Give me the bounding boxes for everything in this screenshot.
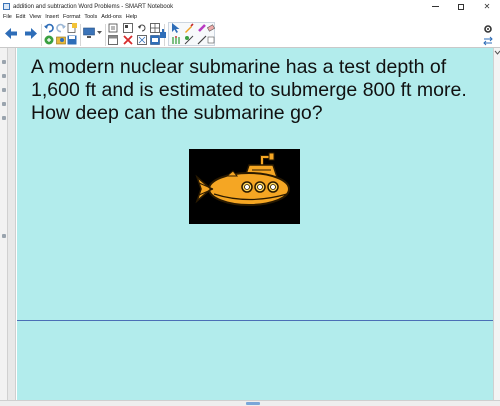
page-sorter-tab-icon[interactable] [2, 60, 6, 64]
toolbar-separator [41, 24, 42, 46]
maximize-icon [458, 3, 464, 10]
window-title: addition and subtraction Word Problems -… [13, 3, 174, 10]
title-bar: addition and subtraction Word Problems -… [0, 0, 500, 13]
gear-icon[interactable] [483, 24, 493, 34]
menu-view[interactable]: View [29, 14, 41, 20]
menu-tools[interactable]: Tools [84, 14, 97, 20]
menu-edit[interactable]: Edit [16, 14, 25, 20]
submarine-image[interactable] [189, 149, 300, 224]
properties-tab-icon[interactable] [2, 102, 6, 106]
screen-shade-icon[interactable] [108, 35, 118, 45]
delete-icon[interactable] [123, 35, 133, 45]
bottom-status-strip [0, 400, 500, 406]
previous-page-icon[interactable] [5, 28, 17, 39]
rotate-icon[interactable] [137, 23, 147, 33]
close-button[interactable]: ✕ [474, 0, 500, 13]
redo-icon[interactable] [56, 23, 66, 33]
next-page-icon[interactable] [25, 28, 37, 39]
eraser-icon[interactable] [207, 23, 215, 33]
menu-file[interactable]: File [3, 14, 12, 20]
side-panel-collapsed [8, 48, 16, 400]
paste-icon[interactable] [108, 23, 118, 33]
add-ons-tab-icon[interactable] [2, 116, 6, 120]
close-icon: ✕ [483, 2, 491, 11]
pens-icon[interactable] [171, 35, 181, 45]
right-scroll-rail[interactable] [493, 48, 500, 400]
fullscreen-icon[interactable] [137, 35, 147, 45]
undo-icon[interactable] [44, 23, 54, 33]
app-icon [3, 3, 10, 10]
toolbar-separator [105, 24, 106, 46]
page-sorter-icon[interactable] [123, 23, 133, 33]
minimize-button[interactable] [422, 0, 448, 13]
maximize-button[interactable] [448, 0, 474, 13]
side-tab-rail[interactable] [0, 48, 8, 400]
screen-display-icon[interactable] [83, 27, 95, 39]
menu-bar: File Edit View Insert Format Tools Add-o… [0, 13, 500, 21]
notebook-page[interactable]: A modern nuclear submarine has a test de… [17, 48, 493, 400]
toolbar-separator [80, 24, 81, 46]
line-icon[interactable] [197, 35, 207, 45]
toolbar-swap-icon[interactable] [483, 36, 493, 46]
collapse-rail-icon[interactable] [2, 234, 6, 238]
chevron-down-icon[interactable] [494, 49, 500, 58]
menu-help[interactable]: Help [126, 14, 137, 20]
creative-pen-icon[interactable] [197, 23, 207, 33]
menu-add-ons[interactable]: Add-ons [101, 14, 122, 20]
window-controls: ✕ [422, 0, 500, 13]
page-divider-line [17, 320, 493, 321]
open-file-icon[interactable] [56, 35, 66, 45]
save-icon[interactable] [67, 35, 77, 45]
minimize-icon [431, 6, 439, 7]
fill-icon[interactable] [207, 35, 215, 45]
toolbar [0, 21, 500, 48]
smart-notebook-window: addition and subtraction Word Problems -… [0, 0, 500, 406]
menu-insert[interactable]: Insert [45, 14, 59, 20]
gallery-tab-icon[interactable] [2, 74, 6, 78]
question-text[interactable]: A modern nuclear submarine has a test de… [31, 56, 481, 125]
select-arrow-icon[interactable] [171, 23, 181, 33]
page-tab-handle[interactable] [246, 402, 260, 405]
attachments-tab-icon[interactable] [2, 88, 6, 92]
pen-icon[interactable] [184, 23, 194, 33]
menu-format[interactable]: Format [63, 14, 80, 20]
shapes-icon[interactable] [184, 35, 194, 45]
new-page-icon[interactable] [67, 23, 77, 33]
submarine-icon [195, 152, 290, 206]
delete-page-icon[interactable] [44, 35, 54, 45]
dropdown-arrow-icon[interactable] [97, 30, 102, 35]
